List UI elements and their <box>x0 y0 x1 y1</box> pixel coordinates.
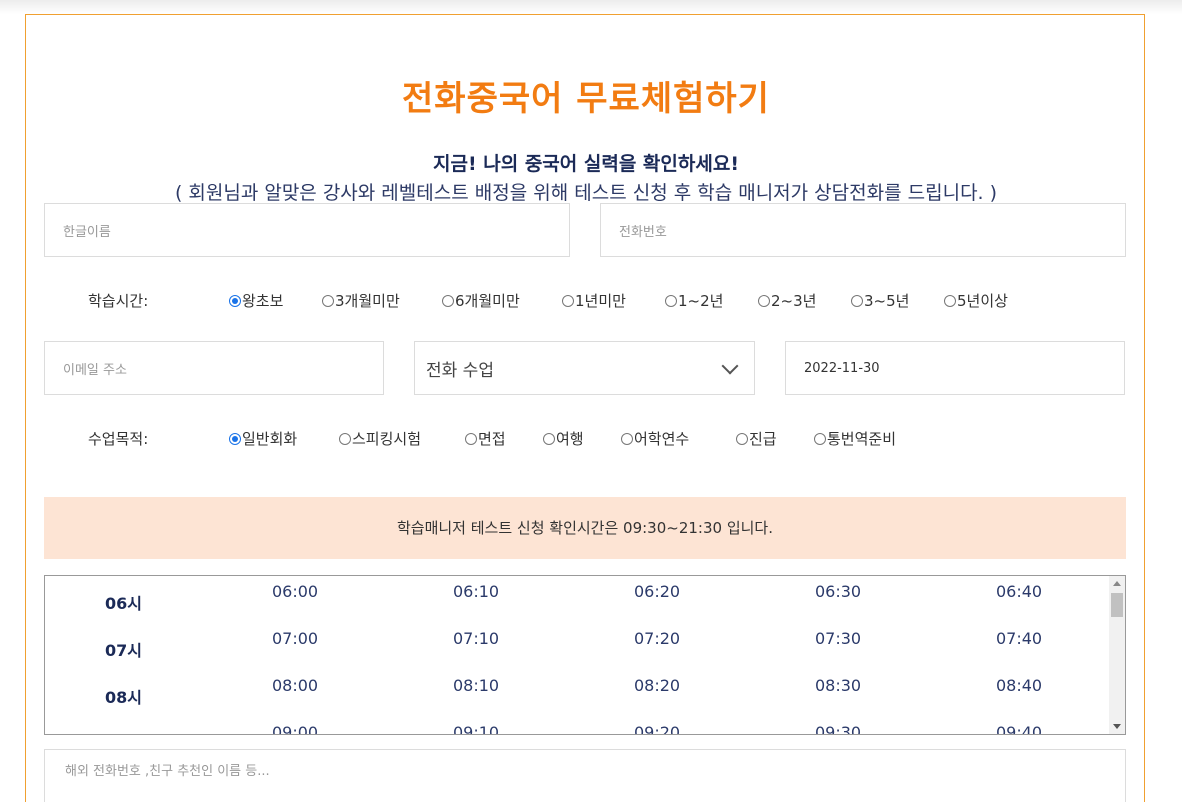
time-slot[interactable]: 07:30 <box>815 629 861 648</box>
time-slot[interactable]: 09:20 <box>634 723 680 734</box>
scrollbar-thumb[interactable] <box>1111 593 1123 617</box>
scroll-up-icon[interactable] <box>1113 581 1121 586</box>
time-slot[interactable]: 09:30 <box>815 723 861 734</box>
purpose-option[interactable]: 통번역준비 <box>814 428 896 449</box>
time-slot[interactable]: 09:40 <box>996 723 1042 734</box>
time-slot[interactable]: 09:00 <box>272 723 318 734</box>
purpose-label: 수업목적: <box>88 430 149 448</box>
memo-textarea[interactable]: 해외 전화번호 ,친구 추천인 이름 등... <box>44 749 1126 802</box>
radio-button[interactable] <box>562 294 574 307</box>
time-slot[interactable]: 06:30 <box>815 582 861 601</box>
radio-button[interactable] <box>229 294 241 307</box>
time-slot[interactable]: 06:40 <box>996 582 1042 601</box>
time-slot[interactable]: 09:10 <box>453 723 499 734</box>
study-time-option[interactable]: 2~3년 <box>758 290 816 311</box>
study-time-label: 학습시간: <box>88 292 149 310</box>
time-slot[interactable]: 06:00 <box>272 582 318 601</box>
radio-label: 면접 <box>478 430 506 448</box>
trial-form-card: 전화중국어 무료체험하기 지금! 나의 중국어 실력을 확인하세요! ( 회원님… <box>25 14 1145 802</box>
radio-label: 왕초보 <box>242 292 284 310</box>
chevron-down-icon <box>721 357 739 375</box>
study-time-option[interactable]: 3~5년 <box>851 290 909 311</box>
date-input[interactable]: 2022-11-30 <box>785 341 1125 395</box>
time-slot[interactable]: 08:30 <box>815 676 861 695</box>
radio-button[interactable] <box>339 432 351 445</box>
time-slot[interactable]: 06:10 <box>453 582 499 601</box>
radio-label: 3개월미만 <box>335 292 400 310</box>
hour-label: 08시 <box>105 688 142 707</box>
page-top-shadow <box>0 0 1182 14</box>
study-time-option[interactable]: 왕초보 <box>229 290 283 311</box>
time-slot[interactable]: 08:00 <box>272 676 318 695</box>
radio-label: 6개월미만 <box>455 292 520 310</box>
radio-label: 여행 <box>556 430 584 448</box>
radio-label: 1년미만 <box>575 292 626 310</box>
radio-label: 2~3년 <box>771 292 817 310</box>
time-slot[interactable]: 07:10 <box>453 629 499 648</box>
time-slot[interactable]: 08:20 <box>634 676 680 695</box>
page-subtitle: 지금! 나의 중국어 실력을 확인하세요! <box>433 153 739 175</box>
radio-button[interactable] <box>322 294 334 307</box>
study-time-option[interactable]: 1년미만 <box>562 290 626 311</box>
radio-label: 스피킹시험 <box>352 430 422 448</box>
purpose-option[interactable]: 면접 <box>465 428 506 449</box>
time-slot-list[interactable]: 06시 06:00 06:10 06:20 06:30 06:40 07시 07:00 07:1… <box>44 575 1126 735</box>
purpose-option[interactable]: 여행 <box>543 428 584 449</box>
time-slot[interactable]: 08:40 <box>996 676 1042 695</box>
radio-button[interactable] <box>736 432 748 445</box>
time-slot[interactable]: 07:40 <box>996 629 1042 648</box>
page-title: 전화중국어 무료체험하기 <box>402 79 770 119</box>
radio-label: 통번역준비 <box>827 430 897 448</box>
page-subnote: ( 회원님과 알맞은 강사와 레벨테스트 배정을 위해 테스트 신청 후 학습 … <box>174 182 998 204</box>
hour-label: 07시 <box>105 641 142 660</box>
radio-label: 1~2년 <box>678 292 724 310</box>
time-slot[interactable]: 06:20 <box>634 582 680 601</box>
study-time-option[interactable]: 3개월미만 <box>322 290 400 311</box>
phone-input[interactable]: 전화번호 <box>600 203 1126 257</box>
purpose-option[interactable]: 일반회화 <box>229 428 297 449</box>
class-type-value: 전화 수업 <box>426 360 494 381</box>
notice-banner: 학습매니저 테스트 신청 확인시간은 09:30~21:30 입니다. <box>44 497 1126 559</box>
time-slot[interactable]: 08:10 <box>453 676 499 695</box>
email-input[interactable]: 이메일 주소 <box>44 341 384 395</box>
radio-button[interactable] <box>665 294 677 307</box>
name-input[interactable]: 한글이름 <box>44 203 570 257</box>
class-type-select[interactable]: 전화 수업 <box>414 341 755 395</box>
radio-label: 진급 <box>749 430 777 448</box>
radio-label: 일반회화 <box>242 430 298 448</box>
purpose-option[interactable]: 어학연수 <box>621 428 689 449</box>
scroll-down-icon[interactable] <box>1113 724 1121 729</box>
radio-button[interactable] <box>543 432 555 445</box>
radio-label: 3~5년 <box>864 292 910 310</box>
radio-button[interactable] <box>814 432 826 445</box>
purpose-option[interactable]: 진급 <box>736 428 777 449</box>
hour-label: 06시 <box>105 594 142 613</box>
study-time-option[interactable]: 5년이상 <box>944 290 1008 311</box>
radio-button[interactable] <box>621 432 633 445</box>
radio-button[interactable] <box>465 432 477 445</box>
time-slot[interactable]: 07:20 <box>634 629 680 648</box>
study-time-option[interactable]: 1~2년 <box>665 290 723 311</box>
purpose-option[interactable]: 스피킹시험 <box>339 428 421 449</box>
radio-button[interactable] <box>944 294 956 307</box>
time-slot[interactable]: 07:00 <box>272 629 318 648</box>
radio-label: 5년이상 <box>957 292 1008 310</box>
study-time-option[interactable]: 6개월미만 <box>442 290 520 311</box>
radio-button[interactable] <box>758 294 770 307</box>
radio-button[interactable] <box>442 294 454 307</box>
radio-button[interactable] <box>229 432 241 445</box>
scrollbar[interactable] <box>1109 576 1125 734</box>
radio-button[interactable] <box>851 294 863 307</box>
radio-label: 어학연수 <box>634 430 690 448</box>
